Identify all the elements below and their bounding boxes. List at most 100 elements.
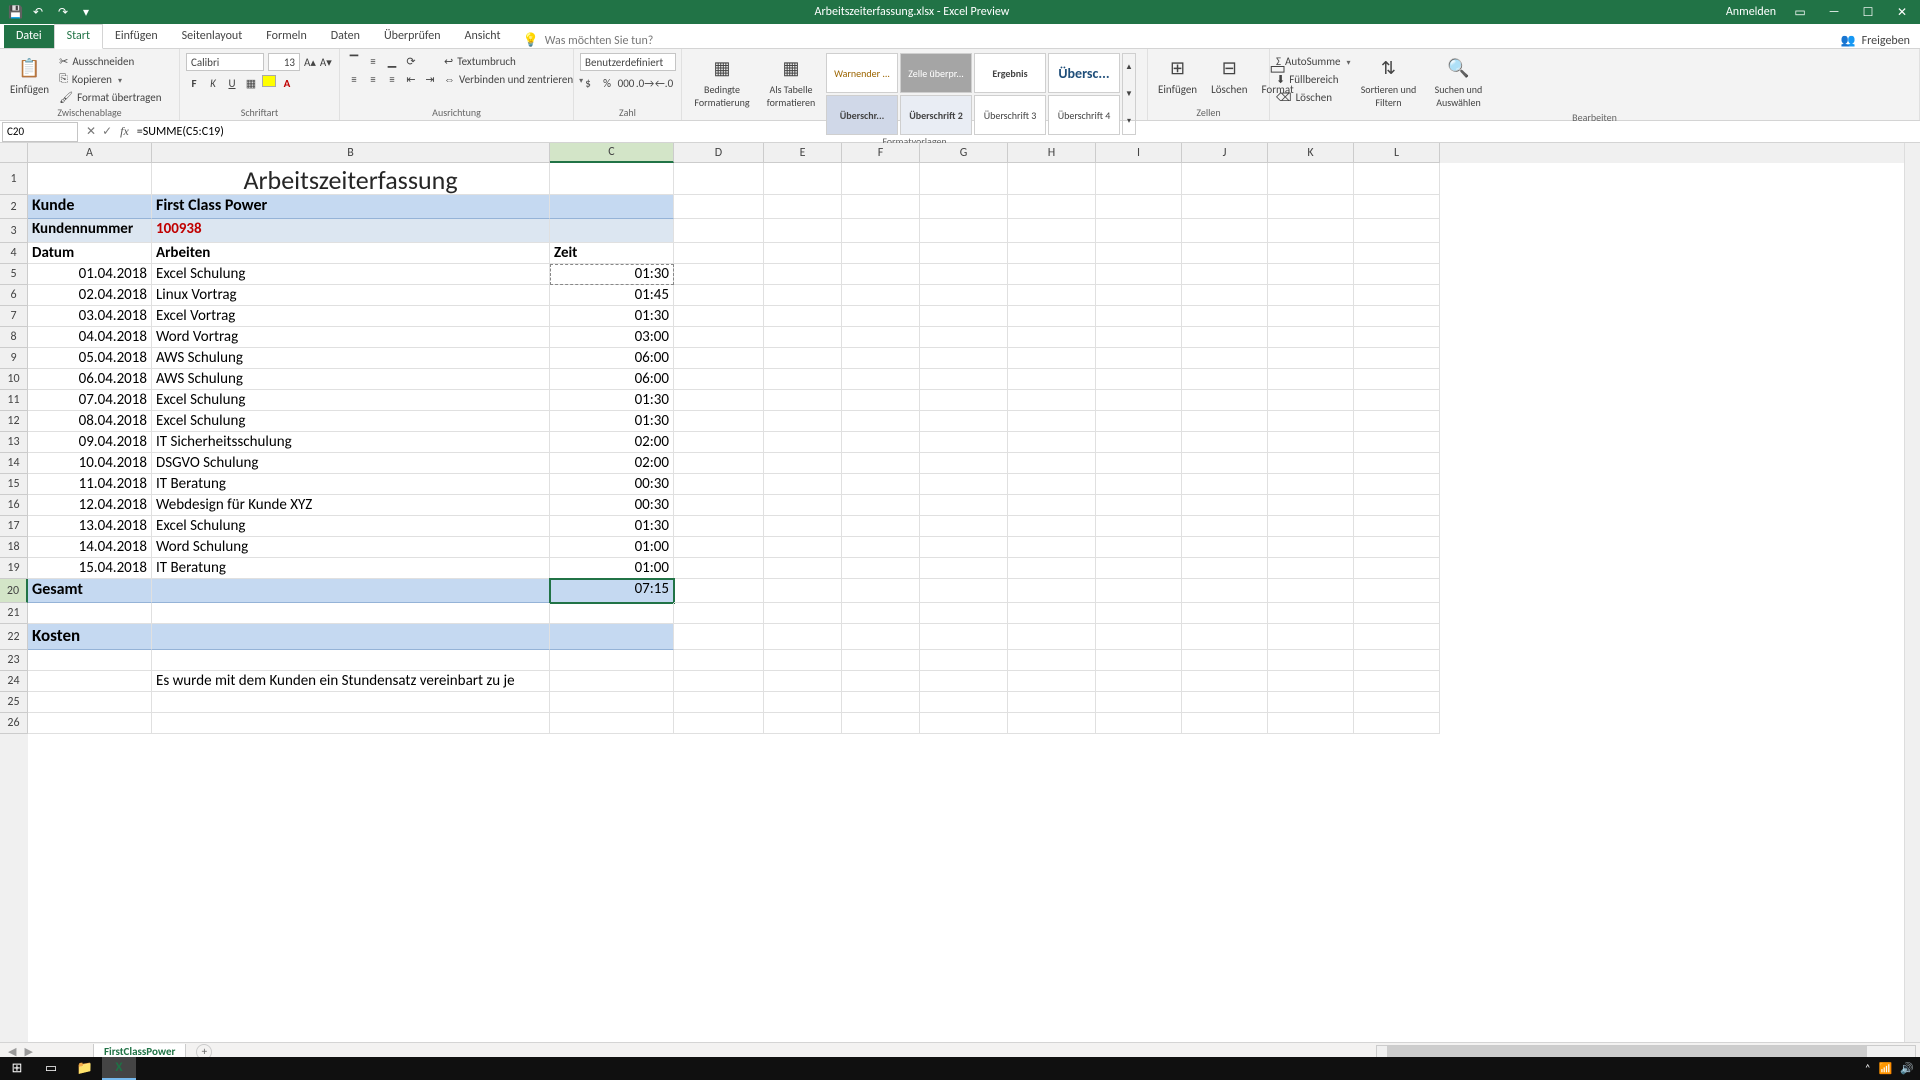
tray-network-icon[interactable]: 📶 (1879, 1062, 1893, 1075)
border-button[interactable]: ▦ (243, 75, 259, 91)
col-header-J[interactable]: J (1182, 143, 1268, 163)
cell-G12[interactable] (920, 411, 1008, 432)
cell-D17[interactable] (674, 516, 764, 537)
format-as-table-button[interactable]: ▦Als Tabelle formatieren (762, 53, 820, 111)
cell-K17[interactable] (1268, 516, 1354, 537)
cell-H21[interactable] (1008, 603, 1096, 624)
cell-F1[interactable] (842, 163, 920, 195)
cell-C13[interactable]: 02:00 (550, 432, 674, 453)
cell-G18[interactable] (920, 537, 1008, 558)
cell-L23[interactable] (1354, 650, 1440, 671)
cell-G25[interactable] (920, 692, 1008, 713)
cell-D9[interactable] (674, 348, 764, 369)
cell-E6[interactable] (764, 285, 842, 306)
cell-H26[interactable] (1008, 713, 1096, 734)
style-warning[interactable]: Warnender ... (826, 53, 898, 93)
taskview-icon[interactable]: ▭ (34, 1057, 68, 1080)
cell-K12[interactable] (1268, 411, 1354, 432)
cell-L8[interactable] (1354, 327, 1440, 348)
cell-B9[interactable]: AWS Schulung (152, 348, 550, 369)
cell-C23[interactable] (550, 650, 674, 671)
cell-G20[interactable] (920, 579, 1008, 603)
cell-D26[interactable] (674, 713, 764, 734)
fill-color-button[interactable] (262, 75, 276, 87)
cell-L22[interactable] (1354, 624, 1440, 650)
cell-J3[interactable] (1182, 219, 1268, 243)
name-box[interactable]: C20 (2, 122, 78, 142)
cell-K15[interactable] (1268, 474, 1354, 495)
tab-insert[interactable]: Einfügen (103, 25, 170, 48)
cell-C25[interactable] (550, 692, 674, 713)
ribbon-options-icon[interactable]: ▭ (1790, 5, 1810, 20)
row-header-5[interactable]: 5 (0, 264, 28, 285)
cell-D25[interactable] (674, 692, 764, 713)
cell-A10[interactable]: 06.04.2018 (28, 369, 152, 390)
cell-J10[interactable] (1182, 369, 1268, 390)
cell-A17[interactable]: 13.04.2018 (28, 516, 152, 537)
cell-J2[interactable] (1182, 195, 1268, 219)
cell-H2[interactable] (1008, 195, 1096, 219)
cell-G5[interactable] (920, 264, 1008, 285)
cell-L2[interactable] (1354, 195, 1440, 219)
cell-G6[interactable] (920, 285, 1008, 306)
cell-G3[interactable] (920, 219, 1008, 243)
row-header-19[interactable]: 19 (0, 558, 28, 579)
cell-L18[interactable] (1354, 537, 1440, 558)
cell-B7[interactable]: Excel Vortrag (152, 306, 550, 327)
save-icon[interactable]: 💾 (8, 5, 23, 20)
cell-H4[interactable] (1008, 243, 1096, 264)
align-top-icon[interactable]: ▔ (346, 53, 362, 69)
dec-decimal-icon[interactable]: ←.0 (656, 75, 672, 91)
cell-F18[interactable] (842, 537, 920, 558)
cell-C26[interactable] (550, 713, 674, 734)
insert-cells-button[interactable]: ⊞Einfügen (1154, 53, 1201, 98)
cell-F26[interactable] (842, 713, 920, 734)
cell-J19[interactable] (1182, 558, 1268, 579)
cell-L1[interactable] (1354, 163, 1440, 195)
cell-F23[interactable] (842, 650, 920, 671)
cell-L15[interactable] (1354, 474, 1440, 495)
cell-D4[interactable] (674, 243, 764, 264)
cell-C22[interactable] (550, 624, 674, 650)
cell-A15[interactable]: 11.04.2018 (28, 474, 152, 495)
cell-A13[interactable]: 09.04.2018 (28, 432, 152, 453)
cell-K20[interactable] (1268, 579, 1354, 603)
cell-F6[interactable] (842, 285, 920, 306)
cell-H3[interactable] (1008, 219, 1096, 243)
cell-E3[interactable] (764, 219, 842, 243)
cell-D12[interactable] (674, 411, 764, 432)
cell-G22[interactable] (920, 624, 1008, 650)
cell-I15[interactable] (1096, 474, 1182, 495)
cell-K14[interactable] (1268, 453, 1354, 474)
col-header-E[interactable]: E (764, 143, 842, 163)
col-header-B[interactable]: B (152, 143, 550, 163)
cell-K8[interactable] (1268, 327, 1354, 348)
close-icon[interactable]: ✕ (1892, 5, 1912, 20)
cell-D15[interactable] (674, 474, 764, 495)
cell-B13[interactable]: IT Sicherheitsschulung (152, 432, 550, 453)
wrap-text-button[interactable]: ↩Textumbruch (444, 53, 583, 69)
select-all-corner[interactable] (0, 143, 28, 163)
style-up-icon[interactable]: ▲ (1123, 62, 1135, 72)
cell-E23[interactable] (764, 650, 842, 671)
tab-file[interactable]: Datei (4, 25, 54, 48)
cell-F25[interactable] (842, 692, 920, 713)
cell-A16[interactable]: 12.04.2018 (28, 495, 152, 516)
cell-B19[interactable]: IT Beratung (152, 558, 550, 579)
cell-D5[interactable] (674, 264, 764, 285)
cell-L26[interactable] (1354, 713, 1440, 734)
cell-K19[interactable] (1268, 558, 1354, 579)
indent-dec-icon[interactable]: ⇤ (403, 71, 419, 87)
cell-J5[interactable] (1182, 264, 1268, 285)
cell-G23[interactable] (920, 650, 1008, 671)
spreadsheet-grid[interactable]: ABCDEFGHIJKL 123456789101112131415161718… (0, 143, 1920, 1042)
cell-D10[interactable] (674, 369, 764, 390)
paste-button[interactable]: 📋 Einfügen (6, 53, 53, 98)
cell-B25[interactable] (152, 692, 550, 713)
grow-font-icon[interactable]: A▴ (304, 56, 316, 69)
cell-D22[interactable] (674, 624, 764, 650)
cell-H5[interactable] (1008, 264, 1096, 285)
cell-C6[interactable]: 01:45 (550, 285, 674, 306)
cell-J1[interactable] (1182, 163, 1268, 195)
row-header-9[interactable]: 9 (0, 348, 28, 369)
